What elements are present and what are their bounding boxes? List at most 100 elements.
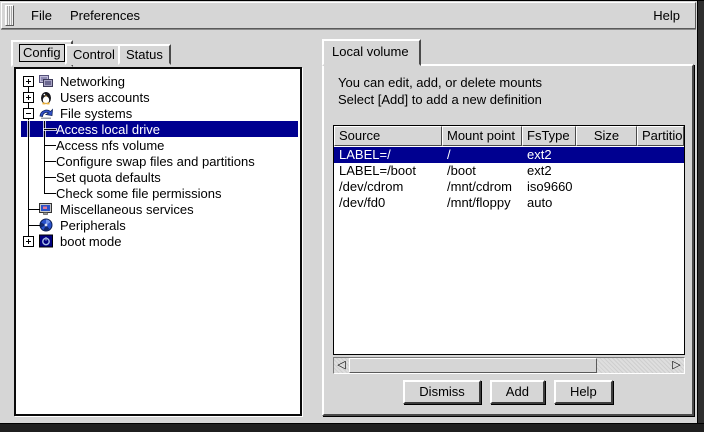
panel-info-text: You can edit, add, or delete mounts Sele… — [338, 74, 542, 108]
users-accounts-icon — [37, 89, 54, 105]
tree-item-label: Access local drive — [53, 122, 160, 137]
tab-config-label: Config — [19, 44, 65, 62]
table-cell: /dev/cdrom — [334, 179, 442, 195]
table-cell: /mnt/cdrom — [442, 179, 522, 195]
tree-item-label: Peripherals — [57, 218, 126, 233]
tree-guide — [21, 105, 37, 121]
tree-item-label: Users accounts — [57, 90, 150, 105]
column-header-fstype[interactable]: FsType — [522, 126, 576, 146]
button-row: Dismiss Add Help — [324, 380, 692, 404]
tree-branch — [37, 121, 53, 137]
table-cell — [576, 195, 637, 211]
networking-icon — [37, 73, 54, 89]
tab-control[interactable]: Control — [65, 44, 123, 65]
tree-item[interactable]: Networking — [21, 73, 298, 89]
table-cell — [637, 163, 684, 179]
tree-guide — [21, 153, 37, 169]
tab-config[interactable]: Config — [11, 40, 73, 67]
tree-branch — [37, 185, 53, 201]
table-row[interactable]: LABEL=/boot/bootext2 — [334, 163, 684, 179]
tree-item-label: File systems — [57, 106, 132, 121]
linuxconf-window: File Preferences Help Config Control Sta… — [0, 0, 704, 432]
tree-item-label: Miscellaneous services — [57, 202, 194, 217]
scroll-left-icon[interactable]: ◁ — [334, 358, 349, 373]
menu-grip-icon[interactable] — [5, 5, 14, 26]
tab-local-volume[interactable]: Local volume — [322, 39, 421, 66]
tree-branch — [37, 153, 53, 169]
mounts-table: SourceMount pointFsTypeSizePartitionLABE… — [333, 125, 685, 355]
horizontal-scrollbar[interactable]: ◁ ▷ — [333, 357, 685, 374]
scroll-right-icon[interactable]: ▷ — [669, 358, 684, 373]
scrollbar-thumb[interactable] — [349, 358, 597, 373]
tree-item[interactable]: Users accounts — [21, 89, 298, 105]
local-volume-panel: You can edit, add, or delete mounts Sele… — [322, 64, 694, 416]
table-row[interactable]: /dev/cdrom/mnt/cdromiso9660 — [334, 179, 684, 195]
column-header-source[interactable]: Source — [334, 126, 442, 146]
window-shadow-right — [697, 1, 704, 432]
scrollbar-trough[interactable] — [597, 358, 669, 373]
menu-bar: File Preferences Help — [1, 2, 696, 29]
tree-item[interactable]: Configure swap files and partitions — [21, 153, 298, 169]
menu-preferences[interactable]: Preferences — [61, 4, 149, 28]
column-header-size[interactable]: Size — [576, 126, 637, 146]
expand-plus-icon[interactable] — [23, 76, 34, 87]
tree-guide — [21, 137, 37, 153]
table-cell: /boot — [442, 163, 522, 179]
table-cell — [637, 195, 684, 211]
table-cell: LABEL=/boot — [334, 163, 442, 179]
tree-item[interactable]: boot mode — [21, 233, 298, 249]
tree-branch — [37, 169, 53, 185]
tree-item[interactable]: Check some file permissions — [21, 185, 298, 201]
table-cell — [576, 147, 637, 163]
column-header-partition[interactable]: Partition — [637, 126, 684, 146]
tree-guide — [21, 73, 37, 89]
tree-item[interactable]: Miscellaneous services — [21, 201, 298, 217]
table-cell — [637, 179, 684, 195]
tree-item-label: Access nfs volume — [53, 138, 164, 153]
help-button[interactable]: Help — [554, 380, 613, 404]
tree-guide — [21, 217, 37, 233]
expand-plus-icon[interactable] — [23, 236, 34, 247]
info-line-1: You can edit, add, or delete mounts — [338, 74, 542, 91]
table-cell: auto — [522, 195, 576, 211]
table-cell — [576, 179, 637, 195]
tree-item-label: Networking — [57, 74, 125, 89]
tree-item[interactable]: Peripherals — [21, 217, 298, 233]
window-shadow-bottom — [0, 423, 704, 432]
table-row[interactable]: LABEL=//ext2 — [334, 146, 684, 163]
column-header-mount-point[interactable]: Mount point — [442, 126, 522, 146]
tree-guide — [21, 121, 37, 137]
collapse-minus-icon[interactable] — [23, 108, 34, 119]
config-tree-panel: NetworkingUsers accountsFile systemsAcce… — [14, 67, 302, 416]
tree-item[interactable]: Access nfs volume — [21, 137, 298, 153]
menu-help[interactable]: Help — [644, 4, 689, 28]
tree-guide — [21, 169, 37, 185]
table-cell — [637, 147, 684, 163]
info-line-2: Select [Add] to add a new definition — [338, 91, 542, 108]
file-systems-icon — [37, 105, 54, 121]
tree-branch — [37, 137, 53, 153]
table-cell: ext2 — [522, 163, 576, 179]
table-cell — [576, 163, 637, 179]
tab-status[interactable]: Status — [118, 44, 171, 65]
menu-file[interactable]: File — [22, 4, 61, 28]
tree-item[interactable]: Set quota defaults — [21, 169, 298, 185]
tree-guide — [21, 185, 37, 201]
dismiss-button[interactable]: Dismiss — [403, 380, 481, 404]
table-cell: LABEL=/ — [334, 147, 442, 163]
table-cell: /mnt/floppy — [442, 195, 522, 211]
tree-guide — [21, 89, 37, 105]
table-cell: / — [442, 147, 522, 163]
table-row[interactable]: /dev/fd0/mnt/floppyauto — [334, 195, 684, 211]
tree-item-label: Check some file permissions — [53, 186, 221, 201]
table-cell: ext2 — [522, 147, 576, 163]
tree-item[interactable]: File systems — [21, 105, 298, 121]
table-cell: iso9660 — [522, 179, 576, 195]
boot-mode-icon — [37, 233, 54, 249]
add-button[interactable]: Add — [490, 380, 545, 404]
tree-guide — [21, 233, 37, 249]
expand-plus-icon[interactable] — [23, 92, 34, 103]
tree-item[interactable]: Access local drive — [21, 121, 298, 137]
table-header-row: SourceMount pointFsTypeSizePartition — [334, 126, 684, 146]
tree-item-label: boot mode — [57, 234, 121, 249]
